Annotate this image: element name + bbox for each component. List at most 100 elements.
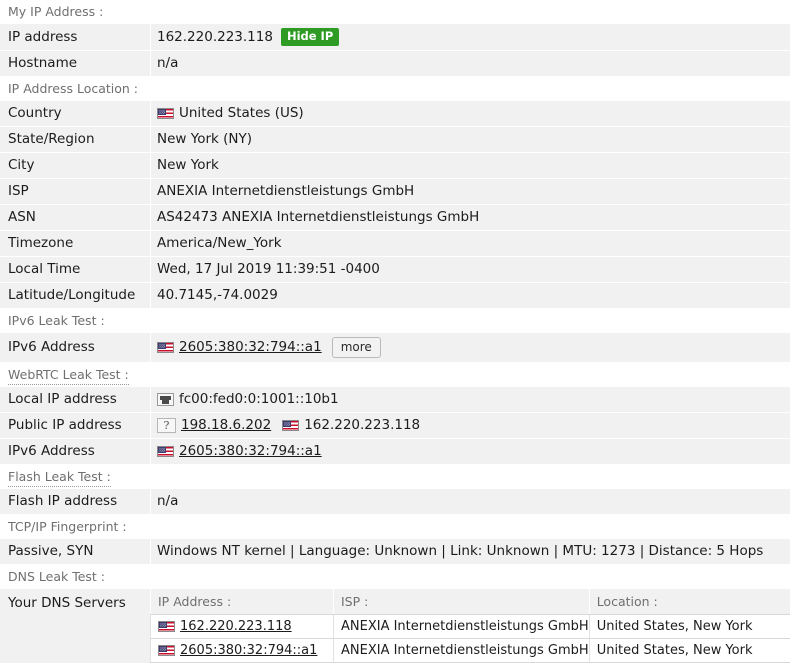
isp-value: ANEXIA Internetdienstleistungs GmbH (157, 183, 414, 200)
city-value-cell: New York (150, 153, 790, 178)
more-button[interactable]: more (332, 337, 381, 358)
section-header-ip-location-label: IP Address Location : (8, 81, 138, 97)
section-header-tcpip-fingerprint: TCP/IP Fingerprint : (0, 515, 790, 539)
local-ip-address-value-cell: fc00:fed0:0:1001::10b1 (150, 387, 790, 412)
dns-cell-ip: 2605:380:32:794::a1 (151, 639, 334, 663)
section-header-tcpip-fingerprint-label: TCP/IP Fingerprint : (8, 519, 127, 535)
hostname-value-cell: n/a (150, 51, 790, 76)
dns-col-header-location: Location : (589, 589, 790, 615)
table-row-isp: ISP ANEXIA Internetdienstleistungs GmbH (0, 179, 790, 205)
timezone-label: Timezone (0, 231, 150, 256)
dns-table-header-row: IP Address : ISP : Location : (151, 589, 790, 615)
table-row-public-ip: Public IP address ? 198.18.6.202 162.220… (0, 413, 790, 439)
hostname-label: Hostname (0, 51, 150, 76)
table-row-lat-long: Latitude/Longitude 40.7145,-74.0029 (0, 283, 790, 309)
section-header-dns-leak: DNS Leak Test : (0, 565, 790, 589)
table-row-country: Country United States (US) (0, 101, 790, 127)
country-label: Country (0, 101, 150, 126)
dns-cell-ip: 162.220.223.118 (151, 615, 334, 639)
asn-value-cell: AS42473 ANEXIA Internetdienstleistungs G… (150, 205, 790, 230)
section-header-dns-leak-label: DNS Leak Test : (8, 569, 105, 585)
table-row-asn: ASN AS42473 ANEXIA Internetdienstleistun… (0, 205, 790, 231)
flash-ip-address-value: n/a (157, 493, 178, 510)
us-flag-icon (158, 621, 175, 632)
flash-ip-address-label: Flash IP address (0, 489, 150, 514)
timezone-value: America/New_York (157, 235, 282, 252)
hide-ip-button[interactable]: Hide IP (281, 28, 339, 46)
timezone-value-cell: America/New_York (150, 231, 790, 256)
table-row-tcpip-passive-syn: Passive, SYN Windows NT kernel | Languag… (0, 539, 790, 565)
ipv6-address-link[interactable]: 2605:380:32:794::a1 (179, 339, 322, 356)
hostname-value: n/a (157, 55, 178, 72)
isp-value-cell: ANEXIA Internetdienstleistungs GmbH (150, 179, 790, 204)
state-region-value-cell: New York (NY) (150, 127, 790, 152)
your-dns-servers-label: Your DNS Servers (0, 589, 150, 663)
dns-ip-link[interactable]: 2605:380:32:794::a1 (180, 643, 317, 658)
dns-col-header-isp: ISP : (334, 589, 590, 615)
dns-cell-location: United States, New York (589, 615, 790, 639)
table-row-flash-ip: Flash IP address n/a (0, 489, 790, 515)
latitude-longitude-value-cell: 40.7145,-74.0029 (150, 283, 790, 308)
section-header-webrtc-leak-label: WebRTC Leak Test : (8, 367, 129, 385)
us-flag-icon (158, 645, 175, 656)
latitude-longitude-value: 40.7145,-74.0029 (157, 287, 278, 304)
table-row-timezone: Timezone America/New_York (0, 231, 790, 257)
table-row-local-time: Local Time Wed, 17 Jul 2019 11:39:51 -04… (0, 257, 790, 283)
local-ip-address-label: Local IP address (0, 387, 150, 412)
section-header-webrtc-leak[interactable]: WebRTC Leak Test : (0, 363, 790, 387)
network-port-icon (157, 393, 174, 406)
country-value: United States (US) (179, 105, 304, 122)
webrtc-ipv6-address-value-cell: 2605:380:32:794::a1 (150, 439, 790, 464)
dns-servers-block: Your DNS Servers IP Address : ISP : Loca… (0, 589, 790, 664)
section-header-ip-location: IP Address Location : (0, 77, 790, 101)
ip-address-label: IP address (0, 25, 150, 50)
section-header-flash-leak-label: Flash Leak Test : (8, 469, 111, 487)
section-header-ipv6-leak-label: IPv6 Leak Test : (8, 313, 105, 329)
section-header-my-ip: My IP Address : (0, 0, 790, 24)
local-ip-address-value: fc00:fed0:0:1001::10b1 (179, 391, 339, 408)
ip-address-value: 162.220.223.118 (157, 29, 273, 46)
section-header-my-ip-label: My IP Address : (8, 4, 103, 20)
table-row-local-ip: Local IP address fc00:fed0:0:1001::10b1 (0, 387, 790, 413)
webrtc-ipv6-address-link[interactable]: 2605:380:32:794::a1 (179, 443, 322, 460)
isp-label: ISP (0, 179, 150, 204)
public-ip-address-value-2: 162.220.223.118 (304, 417, 420, 434)
local-time-value: Wed, 17 Jul 2019 11:39:51 -0400 (157, 261, 380, 278)
us-flag-icon (157, 342, 174, 353)
public-ip-address-value-cell: ? 198.18.6.202 162.220.223.118 (150, 413, 790, 438)
local-time-value-cell: Wed, 17 Jul 2019 11:39:51 -0400 (150, 257, 790, 282)
public-ip-address-link[interactable]: 198.18.6.202 (181, 417, 271, 434)
section-header-flash-leak[interactable]: Flash Leak Test : (0, 465, 790, 489)
unknown-country-icon: ? (157, 418, 176, 433)
dns-ip-link[interactable]: 162.220.223.118 (180, 619, 292, 634)
dns-cell-location: United States, New York (589, 639, 790, 663)
asn-value: AS42473 ANEXIA Internetdienstleistungs G… (157, 209, 479, 226)
us-flag-icon (157, 446, 174, 457)
us-flag-icon (157, 108, 174, 119)
table-row: 2605:380:32:794::a1 ANEXIA Internetdiens… (151, 639, 790, 663)
local-time-label: Local Time (0, 257, 150, 282)
us-flag-icon (282, 420, 299, 431)
dns-cell-isp: ANEXIA Internetdienstleistungs GmbH (334, 615, 590, 639)
flash-ip-address-value-cell: n/a (150, 489, 790, 514)
passive-syn-value: Windows NT kernel | Language: Unknown | … (157, 543, 763, 560)
table-row-ip-address: IP address 162.220.223.118 Hide IP (0, 24, 790, 51)
dns-cell-isp: ANEXIA Internetdienstleistungs GmbH (334, 639, 590, 663)
latitude-longitude-label: Latitude/Longitude (0, 283, 150, 308)
asn-label: ASN (0, 205, 150, 230)
city-value: New York (157, 157, 219, 174)
passive-syn-value-cell: Windows NT kernel | Language: Unknown | … (150, 539, 790, 564)
state-region-label: State/Region (0, 127, 150, 152)
country-value-cell: United States (US) (150, 101, 790, 126)
webrtc-ipv6-address-label: IPv6 Address (0, 439, 150, 464)
ip-address-value-cell: 162.220.223.118 Hide IP (150, 24, 790, 50)
table-row-ipv6-address: IPv6 Address 2605:380:32:794::a1 more (0, 333, 790, 363)
table-row: 162.220.223.118 ANEXIA Internetdienstlei… (151, 615, 790, 639)
city-label: City (0, 153, 150, 178)
section-header-ipv6-leak: IPv6 Leak Test : (0, 309, 790, 333)
table-row-state: State/Region New York (NY) (0, 127, 790, 153)
ip-leak-test-page: My IP Address : IP address 162.220.223.1… (0, 0, 790, 664)
ipv6-address-value-cell: 2605:380:32:794::a1 more (150, 333, 790, 362)
state-region-value: New York (NY) (157, 131, 252, 148)
table-row-hostname: Hostname n/a (0, 51, 790, 77)
